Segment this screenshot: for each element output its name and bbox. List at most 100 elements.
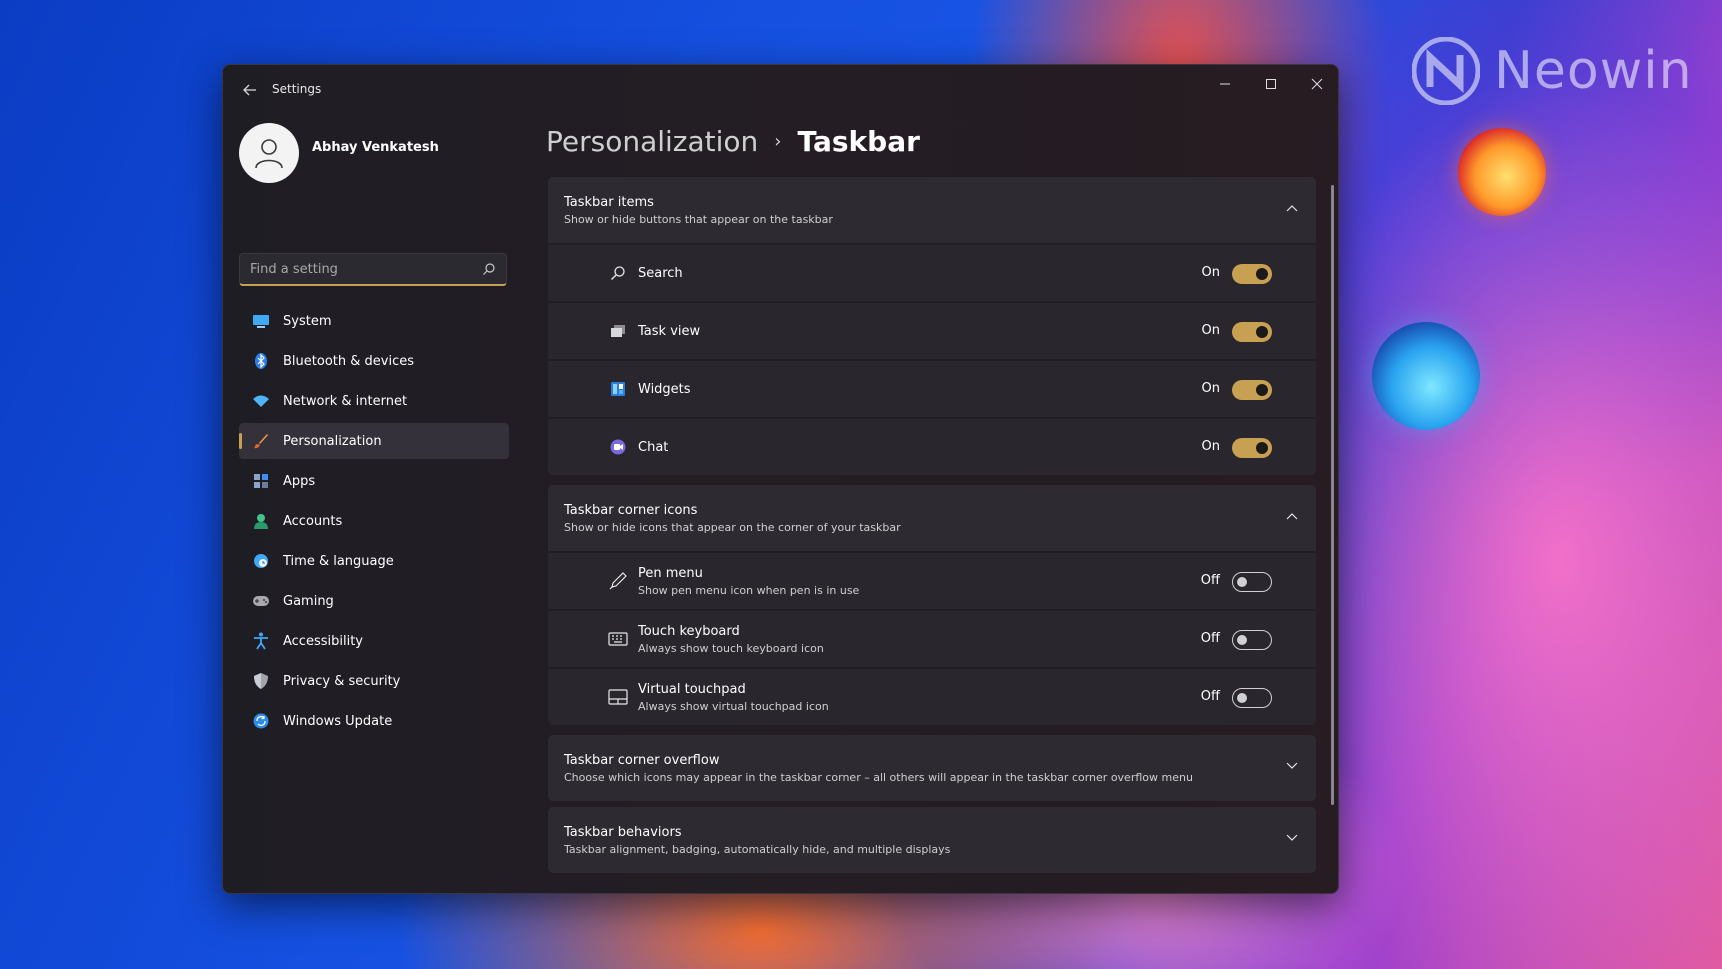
settings-search-box[interactable]	[239, 253, 507, 286]
toggle-state-text: Off	[1200, 573, 1220, 588]
touch-keyboard-toggle[interactable]	[1232, 630, 1272, 650]
chevron-up-icon[interactable]	[1286, 201, 1298, 216]
setting-row-touch-keyboard: Touch keyboard Always show touch keyboar…	[548, 609, 1316, 667]
chevron-down-icon[interactable]	[1286, 831, 1298, 846]
setting-description: Show pen menu icon when pen is in use	[638, 583, 860, 597]
chevron-up-icon[interactable]	[1286, 509, 1298, 524]
setting-label: Widgets	[638, 381, 691, 397]
setting-label: Touch keyboard	[638, 623, 740, 639]
taskbar-corner-icons-header[interactable]: Taskbar corner icons Show or hide icons …	[548, 485, 1316, 551]
sidebar-item-label: Network & internet	[283, 393, 408, 409]
back-button[interactable]	[237, 77, 263, 103]
sidebar-item-accounts[interactable]: Accounts	[239, 503, 509, 539]
monitor-icon	[251, 311, 271, 331]
close-button[interactable]	[1295, 69, 1338, 99]
toggle-state-text: On	[1201, 439, 1220, 454]
settings-window: Settings Abhay Venkatesh Find a setting …	[222, 64, 1339, 894]
sidebar-item-accessibility[interactable]: Accessibility	[239, 623, 509, 659]
toggle-state-text: On	[1201, 265, 1220, 280]
pen-icon	[608, 571, 628, 591]
keyboard-icon	[608, 629, 628, 649]
close-icon	[1311, 78, 1323, 90]
setting-row-task-view: Task view On	[548, 301, 1316, 359]
sidebar-item-label: Gaming	[283, 593, 334, 609]
gamepad-icon	[251, 591, 271, 611]
user-profile[interactable]: Abhay Venkatesh	[239, 123, 439, 183]
virtual-touchpad-toggle[interactable]	[1232, 688, 1272, 708]
taskbar-corner-icons-section: Taskbar corner icons Show or hide icons …	[548, 485, 1316, 725]
taskbar-behaviors-header[interactable]: Taskbar behaviors Taskbar alignment, bad…	[548, 807, 1316, 873]
sidebar-item-label: Bluetooth & devices	[283, 353, 414, 369]
person-avatar-icon	[255, 139, 283, 169]
pen-menu-toggle[interactable]	[1232, 572, 1272, 592]
setting-row-chat: Chat On	[548, 417, 1316, 475]
minimize-icon	[1220, 83, 1230, 85]
section-title: Taskbar corner overflow	[564, 753, 720, 768]
search-input[interactable]	[250, 261, 470, 277]
setting-label: Task view	[638, 323, 701, 339]
breadcrumb-parent[interactable]: Personalization	[546, 125, 758, 158]
section-subtitle: Show or hide buttons that appear on the …	[564, 213, 833, 226]
setting-row-virtual-touchpad: Virtual touchpad Always show virtual tou…	[548, 667, 1316, 725]
sidebar-item-label: Windows Update	[283, 713, 393, 729]
chevron-down-icon[interactable]	[1286, 759, 1298, 774]
taskbar-corner-overflow-header[interactable]: Taskbar corner overflow Choose which ico…	[548, 735, 1316, 801]
search-icon	[608, 263, 628, 283]
sidebar-item-network[interactable]: Network & internet	[239, 383, 509, 419]
section-title: Taskbar behaviors	[564, 825, 682, 840]
touchpad-icon	[608, 687, 628, 707]
section-subtitle: Show or hide icons that appear on the co…	[564, 521, 901, 534]
chat-icon	[608, 437, 628, 457]
neowin-logo-icon	[1412, 37, 1480, 105]
sidebar-item-privacy[interactable]: Privacy & security	[239, 663, 509, 699]
arrow-left-icon	[243, 84, 256, 96]
sidebar-item-apps[interactable]: Apps	[239, 463, 509, 499]
setting-label: Virtual touchpad	[638, 681, 746, 697]
task-view-icon	[608, 321, 628, 341]
widgets-icon	[608, 379, 628, 399]
search-icon[interactable]	[482, 261, 496, 280]
minimize-button[interactable]	[1203, 69, 1247, 99]
sidebar-item-label: Personalization	[283, 433, 382, 449]
accessibility-icon	[251, 631, 271, 651]
sidebar-item-label: Accounts	[283, 513, 343, 529]
toggle-state-text: Off	[1200, 689, 1220, 704]
taskbar-items-header[interactable]: Taskbar items Show or hide buttons that …	[548, 177, 1316, 243]
setting-row-widgets: Widgets On	[548, 359, 1316, 417]
maximize-button[interactable]	[1249, 69, 1293, 99]
setting-label: Chat	[638, 439, 669, 455]
sidebar-nav: System Bluetooth & devices Network & int…	[239, 303, 509, 743]
setting-label: Pen menu	[638, 565, 703, 581]
sidebar-item-windows-update[interactable]: Windows Update	[239, 703, 509, 739]
wallpaper-orb-orange	[1458, 128, 1546, 216]
section-title: Taskbar items	[564, 195, 654, 210]
search-toggle[interactable]	[1232, 264, 1272, 284]
scrollbar[interactable]	[1331, 185, 1334, 805]
section-subtitle: Choose which icons may appear in the tas…	[564, 771, 1193, 784]
sidebar-item-time-language[interactable]: Time & language	[239, 543, 509, 579]
wifi-icon	[251, 391, 271, 411]
section-title: Taskbar corner icons	[564, 503, 698, 518]
chat-toggle[interactable]	[1232, 438, 1272, 458]
sidebar-item-personalization[interactable]: Personalization	[239, 423, 509, 459]
brush-icon	[251, 431, 271, 451]
taskbar-corner-overflow-section: Taskbar corner overflow Choose which ico…	[548, 735, 1316, 801]
sidebar-item-gaming[interactable]: Gaming	[239, 583, 509, 619]
page-title: Taskbar	[797, 125, 920, 158]
setting-row-search: Search On	[548, 243, 1316, 301]
breadcrumb: Personalization › Taskbar	[546, 125, 920, 158]
sidebar-item-label: Accessibility	[283, 633, 363, 649]
sidebar-item-label: Privacy & security	[283, 673, 401, 689]
shield-icon	[251, 671, 271, 691]
maximize-icon	[1266, 79, 1276, 89]
title-bar: Settings	[223, 65, 1338, 113]
globe-clock-icon	[251, 551, 271, 571]
sidebar-item-system[interactable]: System	[239, 303, 509, 339]
widgets-toggle[interactable]	[1232, 380, 1272, 400]
sidebar-item-bluetooth[interactable]: Bluetooth & devices	[239, 343, 509, 379]
apps-icon	[251, 471, 271, 491]
task-view-toggle[interactable]	[1232, 322, 1272, 342]
setting-description: Always show virtual touchpad icon	[638, 699, 829, 713]
breadcrumb-separator: ›	[774, 131, 782, 152]
avatar[interactable]	[239, 123, 299, 183]
